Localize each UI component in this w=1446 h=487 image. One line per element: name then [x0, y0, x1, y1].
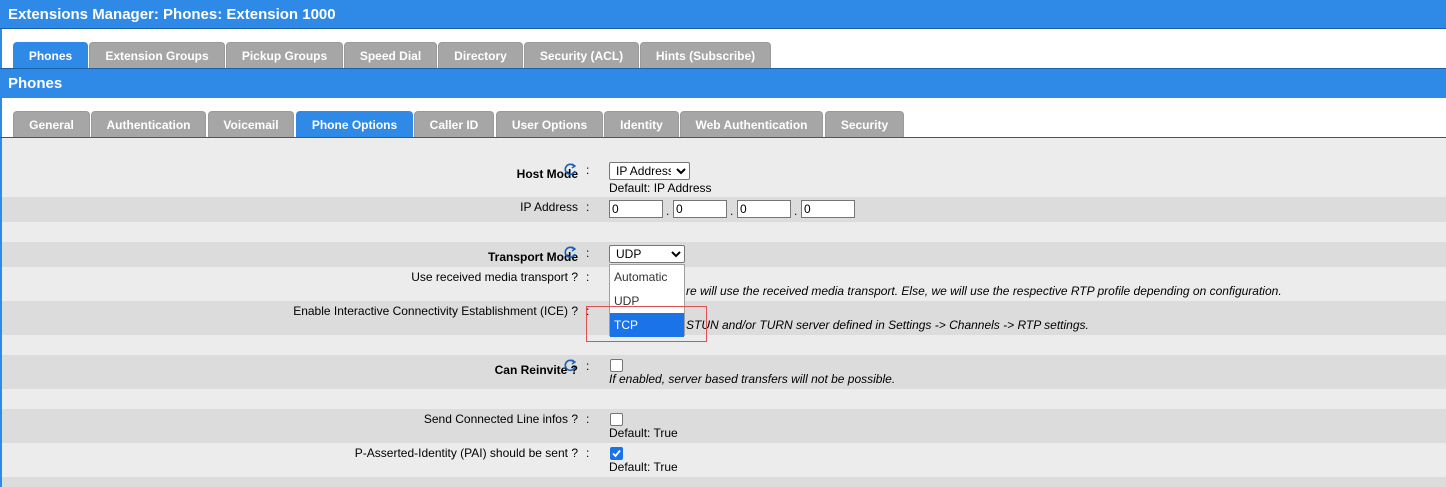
- tab-identity[interactable]: Identity: [604, 111, 679, 137]
- sub-tab-bar: General Authentication Voicemail Phone O…: [0, 98, 1446, 138]
- ip-separator: .: [794, 204, 798, 218]
- send-connected-line-label: Send Connected Line infos ?: [423, 412, 578, 426]
- highlight-box: [586, 306, 707, 342]
- pai-label: P-Asserted-Identity (PAI) should be sent…: [354, 446, 578, 460]
- tab-security[interactable]: Security: [825, 111, 904, 137]
- pai-default: Default: True: [609, 460, 678, 474]
- tab-security-acl[interactable]: Security (ACL): [524, 42, 639, 68]
- tab-phone-options[interactable]: Phone Options: [296, 111, 413, 137]
- tab-web-authentication[interactable]: Web Authentication: [680, 111, 823, 137]
- row-band: [2, 242, 1446, 267]
- host-mode-field: IP Address Default: IP Address: [609, 162, 712, 195]
- tab-speed-dial[interactable]: Speed Dial: [344, 42, 437, 68]
- can-reinvite-checkbox[interactable]: [610, 359, 623, 372]
- tab-voicemail[interactable]: Voicemail: [208, 111, 294, 137]
- host-mode-default: Default: IP Address: [609, 181, 712, 195]
- top-tab-bar: Phones Extension Groups Pickup Groups Sp…: [0, 29, 1446, 69]
- section-title: Phones: [0, 69, 1446, 98]
- send-connected-line-checkbox[interactable]: [610, 413, 623, 426]
- tab-extension-groups[interactable]: Extension Groups: [89, 42, 225, 68]
- use-received-media-help: re will use the received media transport…: [686, 284, 1282, 298]
- ip-octet-2-input[interactable]: [673, 200, 727, 218]
- checkmark-icon: [612, 449, 621, 458]
- tab-user-options[interactable]: User Options: [496, 111, 603, 137]
- colon: :: [586, 246, 590, 260]
- tab-authentication[interactable]: Authentication: [91, 111, 206, 137]
- colon: :: [586, 359, 590, 373]
- row-band: [2, 409, 1446, 443]
- refresh-icon[interactable]: [564, 163, 577, 177]
- ip-separator: .: [730, 204, 734, 218]
- ip-octet-4-input[interactable]: [801, 200, 855, 218]
- transport-mode-select[interactable]: UDP: [609, 245, 685, 263]
- row-band: [2, 477, 1446, 487]
- refresh-icon[interactable]: [564, 359, 577, 373]
- tab-directory[interactable]: Directory: [438, 42, 523, 68]
- window-title: Extensions Manager: Phones: Extension 10…: [0, 0, 1446, 29]
- transport-option-automatic[interactable]: Automatic: [610, 265, 684, 289]
- ip-octet-3-input[interactable]: [737, 200, 791, 218]
- colon: :: [586, 446, 590, 460]
- tab-caller-id[interactable]: Caller ID: [414, 111, 494, 137]
- host-mode-select[interactable]: IP Address: [609, 162, 690, 180]
- colon: :: [586, 412, 590, 426]
- use-received-media-label: Use received media transport ?: [411, 270, 578, 284]
- refresh-icon[interactable]: [564, 246, 577, 260]
- colon: :: [586, 200, 590, 214]
- tab-pickup-groups[interactable]: Pickup Groups: [226, 42, 343, 68]
- send-connected-line-default: Default: True: [609, 426, 678, 440]
- ice-help: STUN and/or TURN server defined in Setti…: [686, 318, 1089, 332]
- pai-checkbox[interactable]: [610, 447, 623, 460]
- tab-hints-subscribe[interactable]: Hints (Subscribe): [640, 42, 771, 68]
- can-reinvite-help: If enabled, server based transfers will …: [609, 372, 896, 386]
- ip-separator: .: [666, 204, 670, 218]
- tab-phones[interactable]: Phones: [13, 42, 88, 68]
- tab-general[interactable]: General: [13, 111, 90, 137]
- colon: :: [586, 270, 590, 284]
- ip-address-label: IP Address: [520, 200, 578, 214]
- ice-label: Enable Interactive Connectivity Establis…: [293, 304, 578, 318]
- colon: :: [586, 163, 590, 177]
- ip-octet-1-input[interactable]: [609, 200, 663, 218]
